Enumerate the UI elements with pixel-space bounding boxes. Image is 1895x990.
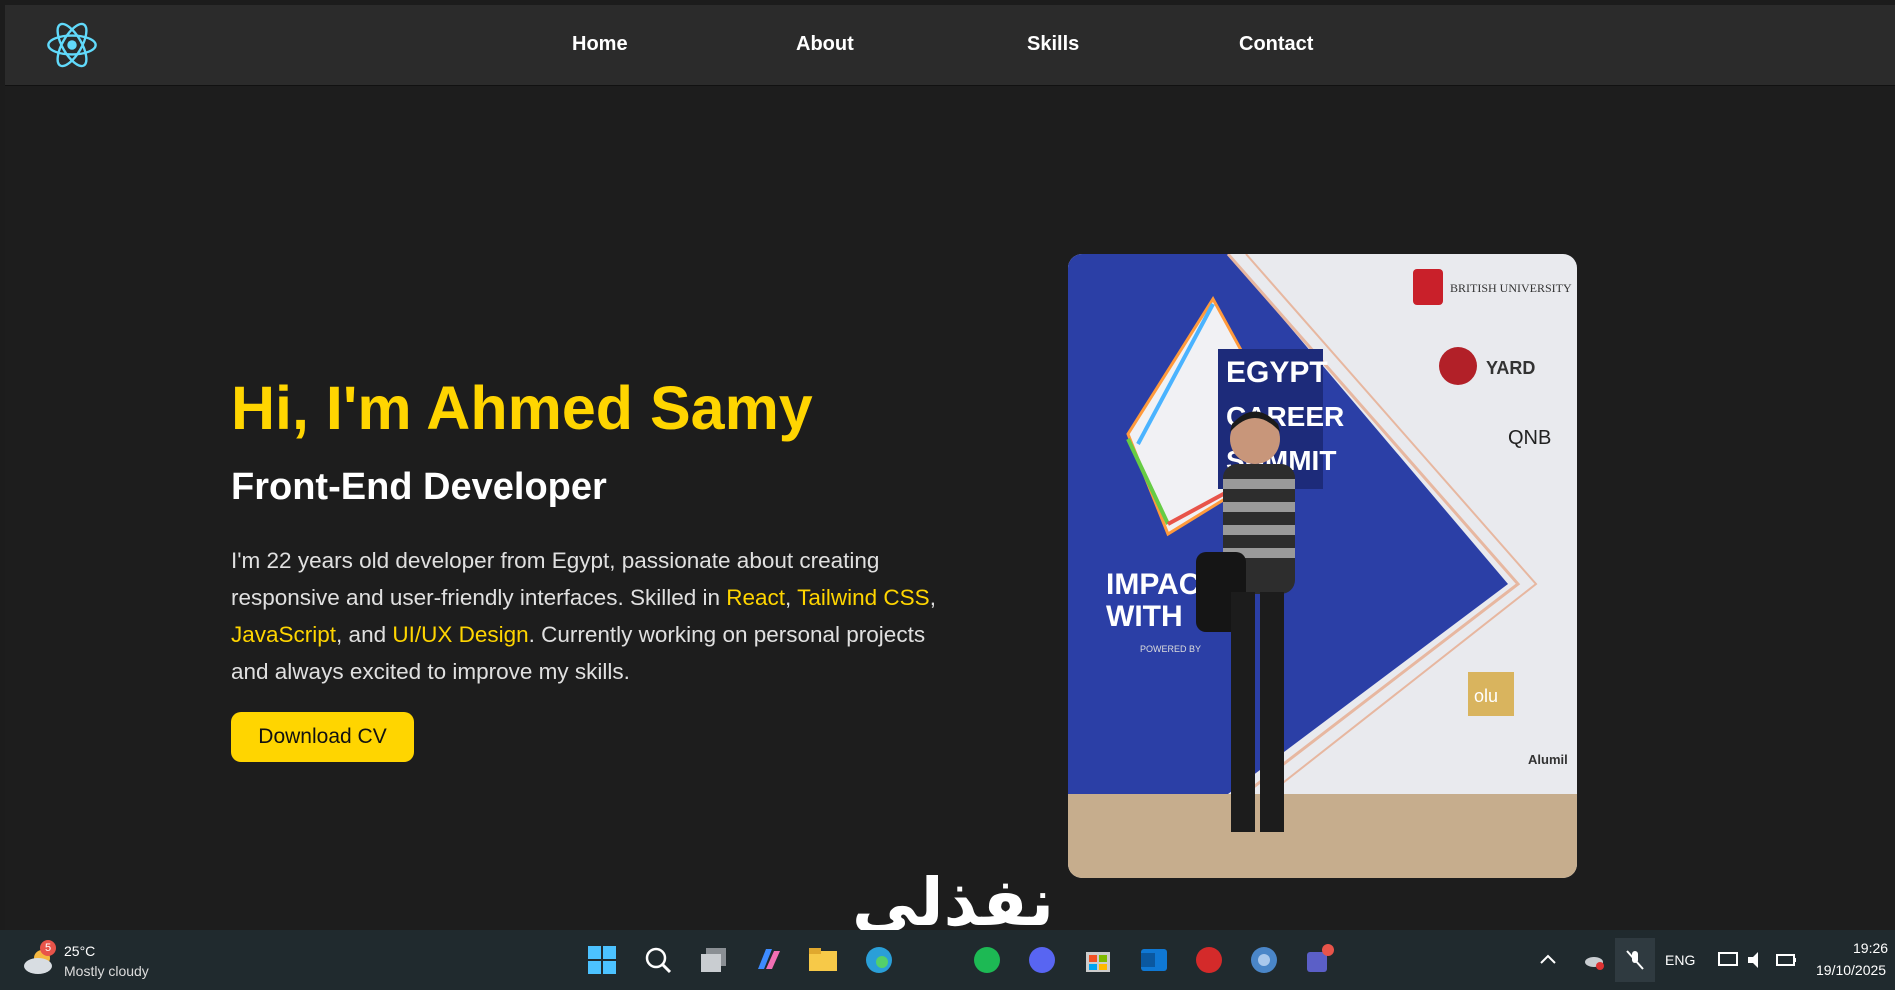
chevron-up-icon[interactable] xyxy=(1536,948,1560,972)
hero-title: Hi, I'm Ahmed Samy xyxy=(231,374,813,442)
microphone-muted-button[interactable] xyxy=(1615,938,1655,982)
nav-about[interactable]: About xyxy=(796,33,854,56)
skill-react: React xyxy=(726,585,786,610)
edge-icon[interactable] xyxy=(862,943,896,977)
network-icon[interactable] xyxy=(1716,948,1740,972)
nav-skills[interactable]: Skills xyxy=(1027,33,1079,56)
taskbar: 5 25°C Mostly cloudy ENG 19:26 19/10/202… xyxy=(0,930,1895,990)
file-explorer-icon[interactable] xyxy=(806,943,840,977)
sponsor-alumil: Alumil xyxy=(1528,752,1568,767)
copilot-icon[interactable] xyxy=(752,943,786,977)
windows-start-icon[interactable] xyxy=(585,943,619,977)
search-icon[interactable] xyxy=(641,943,675,977)
weather-widget[interactable]: 5 25°C Mostly cloudy xyxy=(22,940,172,980)
app-red-icon[interactable] xyxy=(1192,943,1226,977)
sponsor-yard: YARD xyxy=(1486,358,1535,378)
skill-javascript: JavaScript xyxy=(231,622,337,647)
language-indicator[interactable]: ENG xyxy=(1665,952,1695,968)
nav-home[interactable]: Home xyxy=(572,33,628,56)
teams-icon[interactable] xyxy=(1302,943,1336,977)
weather-temperature: 25°C xyxy=(64,943,96,959)
onedrive-icon[interactable] xyxy=(1582,948,1606,972)
impact-text-line2: WITH xyxy=(1106,600,1183,633)
app-globe-icon[interactable] xyxy=(1247,943,1281,977)
spotify-icon[interactable] xyxy=(970,943,1004,977)
desc-sep: , xyxy=(929,585,936,610)
battery-icon[interactable] xyxy=(1774,948,1798,972)
skill-tailwind: Tailwind CSS xyxy=(797,585,930,610)
nav-links: Home About Skills Contact xyxy=(5,5,1895,85)
nav-contact[interactable]: Contact xyxy=(1239,33,1313,56)
clock-time[interactable]: 19:26 xyxy=(1853,940,1888,956)
navbar: Home About Skills Contact xyxy=(5,5,1895,85)
sponsor-qnb: QNB xyxy=(1508,427,1551,449)
discord-icon[interactable] xyxy=(1025,943,1059,977)
skill-uiux: UI/UX Design xyxy=(392,622,529,647)
browser-viewport: Home About Skills Contact Hi, I'm Ahmed … xyxy=(5,5,1895,930)
banner-text-line1: EGYPT xyxy=(1226,356,1328,389)
sponsor-british-university: BRITISH UNIVERSITY xyxy=(1450,281,1572,295)
task-view-icon[interactable] xyxy=(697,943,731,977)
powered-by-text: POWERED BY xyxy=(1140,644,1201,654)
sponsor-olu: olu xyxy=(1474,686,1498,706)
desc-sep: , and xyxy=(336,622,393,647)
download-cv-button[interactable]: Download CV xyxy=(231,712,414,762)
microphone-muted-icon xyxy=(1626,950,1644,970)
desc-sep: , xyxy=(785,585,798,610)
volume-icon[interactable] xyxy=(1745,948,1769,972)
store-icon[interactable] xyxy=(1081,943,1115,977)
weather-alert-badge: 5 xyxy=(40,940,56,956)
hero-description: I'm 22 years old developer from Egypt, p… xyxy=(231,542,951,690)
weather-condition: Mostly cloudy xyxy=(64,963,149,979)
clock-date[interactable]: 19/10/2025 xyxy=(1816,962,1886,978)
hero-subtitle: Front-End Developer xyxy=(231,466,607,508)
profile-photo: EGYPT CAREER SUMMIT IMPACT WITH POWERED … xyxy=(1068,254,1577,878)
outlook-icon[interactable] xyxy=(1137,943,1171,977)
